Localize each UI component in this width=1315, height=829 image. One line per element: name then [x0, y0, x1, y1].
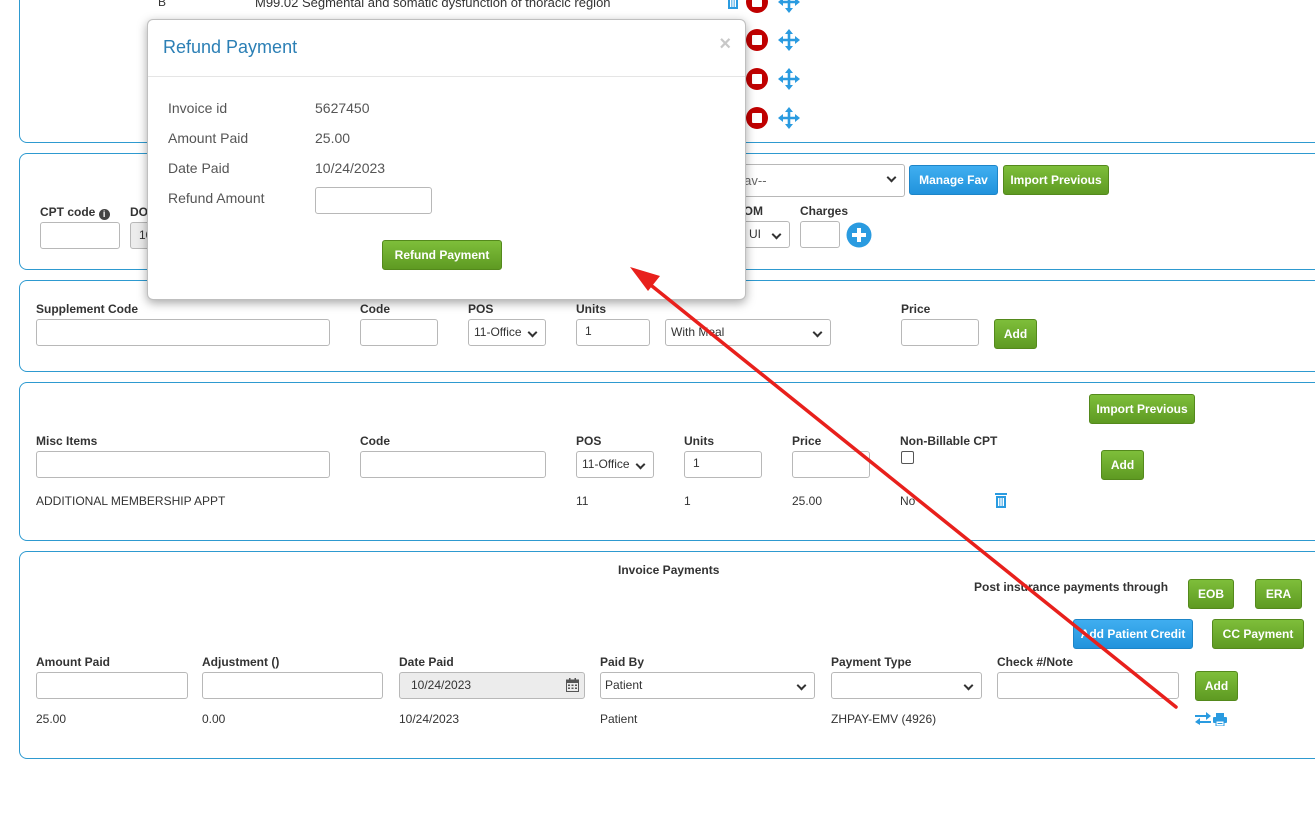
calendar-icon[interactable] — [566, 678, 579, 692]
cc-payment-button[interactable]: CC Payment — [1212, 619, 1304, 649]
check-note-label: Check #/Note — [997, 655, 1074, 669]
info-icon: i — [98, 209, 110, 220]
supplement-pos-label: POS — [468, 302, 494, 316]
misc-row-units: 1 — [684, 494, 691, 508]
move-icon[interactable] — [778, 107, 800, 129]
invoice-id-label: Invoice id — [168, 100, 228, 116]
payment-row-adjustment: 0.00 — [202, 712, 226, 726]
refund-payment-button[interactable]: Refund Payment — [382, 240, 502, 270]
misc-price-label: Price — [792, 434, 822, 448]
refund-amount-label: Refund Amount — [168, 190, 265, 206]
misc-items-label: Misc Items — [36, 434, 98, 448]
refund-exchange-icon[interactable] — [1195, 712, 1211, 725]
modal-date-paid-label: Date Paid — [168, 160, 230, 176]
supplement-pos-select[interactable]: 11-Office — [468, 319, 546, 346]
misc-code-label: Code — [360, 434, 390, 448]
modal-amount-paid-label: Amount Paid — [168, 130, 249, 146]
trash-icon[interactable] — [994, 492, 1008, 509]
payment-type-select[interactable] — [831, 672, 982, 699]
supplement-code-col-label: Code — [360, 302, 390, 316]
modal-title: Refund Payment — [163, 37, 298, 57]
paid-by-select[interactable]: Patient — [600, 672, 815, 699]
stop-icon[interactable] — [746, 68, 768, 90]
meal-select[interactable]: With Meal — [665, 319, 831, 346]
trash-icon[interactable] — [726, 0, 740, 10]
add-circle-icon[interactable] — [846, 222, 872, 248]
invoice-id-value: 5627450 — [315, 100, 370, 116]
misc-row-pos: 11 — [576, 494, 589, 508]
supplement-add-button[interactable]: Add — [994, 319, 1037, 349]
payment-type-label: Payment Type — [831, 655, 912, 669]
charges-label: Charges — [800, 204, 849, 218]
move-icon[interactable] — [778, 68, 800, 90]
print-icon[interactable] — [1213, 713, 1227, 726]
supplement-units-input[interactable]: 1 — [576, 319, 650, 346]
modal-header: Refund Payment × — [148, 20, 745, 77]
misc-units-input[interactable]: 1 — [684, 451, 762, 478]
move-icon[interactable] — [778, 29, 800, 51]
misc-units-label: Units — [684, 434, 714, 448]
payment-row-amount: 25.00 — [36, 712, 67, 726]
add-patient-credit-button[interactable]: Add Patient Credit — [1073, 619, 1193, 649]
misc-row-nonbillable: No — [900, 494, 916, 508]
supplement-units-label: Units — [576, 302, 606, 316]
move-icon[interactable] — [778, 0, 800, 13]
stop-icon[interactable] — [746, 29, 768, 51]
adjustment-label: Adjustment () — [202, 655, 280, 669]
post-through-label: Post insurance payments through — [974, 580, 1169, 594]
misc-price-input[interactable] — [792, 451, 870, 478]
fav-select[interactable]: t Fav-- — [720, 164, 905, 197]
stop-icon[interactable] — [746, 107, 768, 129]
misc-items-panel: Import Previous Misc Items Code POS 11-O… — [19, 382, 1315, 541]
payment-add-button[interactable]: Add — [1195, 671, 1238, 701]
misc-import-previous-button[interactable]: Import Previous — [1089, 394, 1195, 424]
amount-paid-input[interactable] — [36, 672, 188, 699]
check-note-input[interactable] — [997, 672, 1179, 699]
misc-pos-label: POS — [576, 434, 602, 448]
supplement-price-label: Price — [901, 302, 931, 316]
misc-pos-select[interactable]: 11-Office — [576, 451, 654, 478]
adjustment-input[interactable] — [202, 672, 383, 699]
era-button[interactable]: ERA — [1255, 579, 1302, 609]
date-paid-input[interactable]: 10/24/2023 — [399, 672, 585, 699]
modal-date-paid-value: 10/24/2023 — [315, 160, 386, 176]
import-previous-button[interactable]: Import Previous — [1003, 165, 1109, 195]
payment-row-type: ZHPAY-EMV (4926) — [831, 712, 937, 726]
supplement-code-field[interactable] — [360, 319, 438, 346]
diagnosis-row-text: M99.02 Segmental and somatic dysfunction… — [255, 0, 611, 10]
invoice-payments-title: Invoice Payments — [618, 563, 720, 577]
misc-items-input[interactable] — [36, 451, 330, 478]
date-paid-label: Date Paid — [399, 655, 454, 669]
paid-by-label: Paid By — [600, 655, 645, 669]
eob-button[interactable]: EOB — [1188, 579, 1234, 609]
misc-add-button[interactable]: Add — [1101, 450, 1144, 480]
close-icon[interactable]: × — [719, 33, 731, 56]
misc-code-input[interactable] — [360, 451, 546, 478]
nonbillable-label: Non-Billable CPT — [900, 434, 998, 448]
stop-icon[interactable] — [746, 0, 768, 13]
nonbillable-checkbox[interactable] — [901, 451, 914, 464]
amount-paid-label: Amount Paid — [36, 655, 110, 669]
manage-fav-button[interactable]: Manage Fav — [909, 165, 998, 195]
supplement-code-label: Supplement Code — [36, 302, 139, 316]
do-label: DO — [130, 205, 148, 219]
diagnosis-row-letter: B — [158, 0, 167, 9]
cpt-code-label: CPT code i — [40, 205, 110, 220]
supplement-price-input[interactable] — [901, 319, 979, 346]
payment-row-paid-by: Patient — [600, 712, 638, 726]
modal-amount-paid-value: 25.00 — [315, 130, 351, 146]
invoice-payments-panel: Invoice Payments Post insurance payments… — [19, 551, 1315, 759]
refund-payment-modal: Refund Payment × Invoice id 5627450 Amou… — [147, 19, 746, 300]
supplement-code-input[interactable] — [36, 319, 330, 346]
payment-row-date: 10/24/2023 — [399, 712, 460, 726]
misc-row-item: ADDITIONAL MEMBERSHIP APPT — [36, 494, 226, 508]
charges-input[interactable] — [800, 221, 840, 248]
cpt-code-input[interactable] — [40, 222, 120, 249]
misc-row-price: 25.00 — [792, 494, 823, 508]
refund-amount-input[interactable] — [315, 187, 432, 214]
